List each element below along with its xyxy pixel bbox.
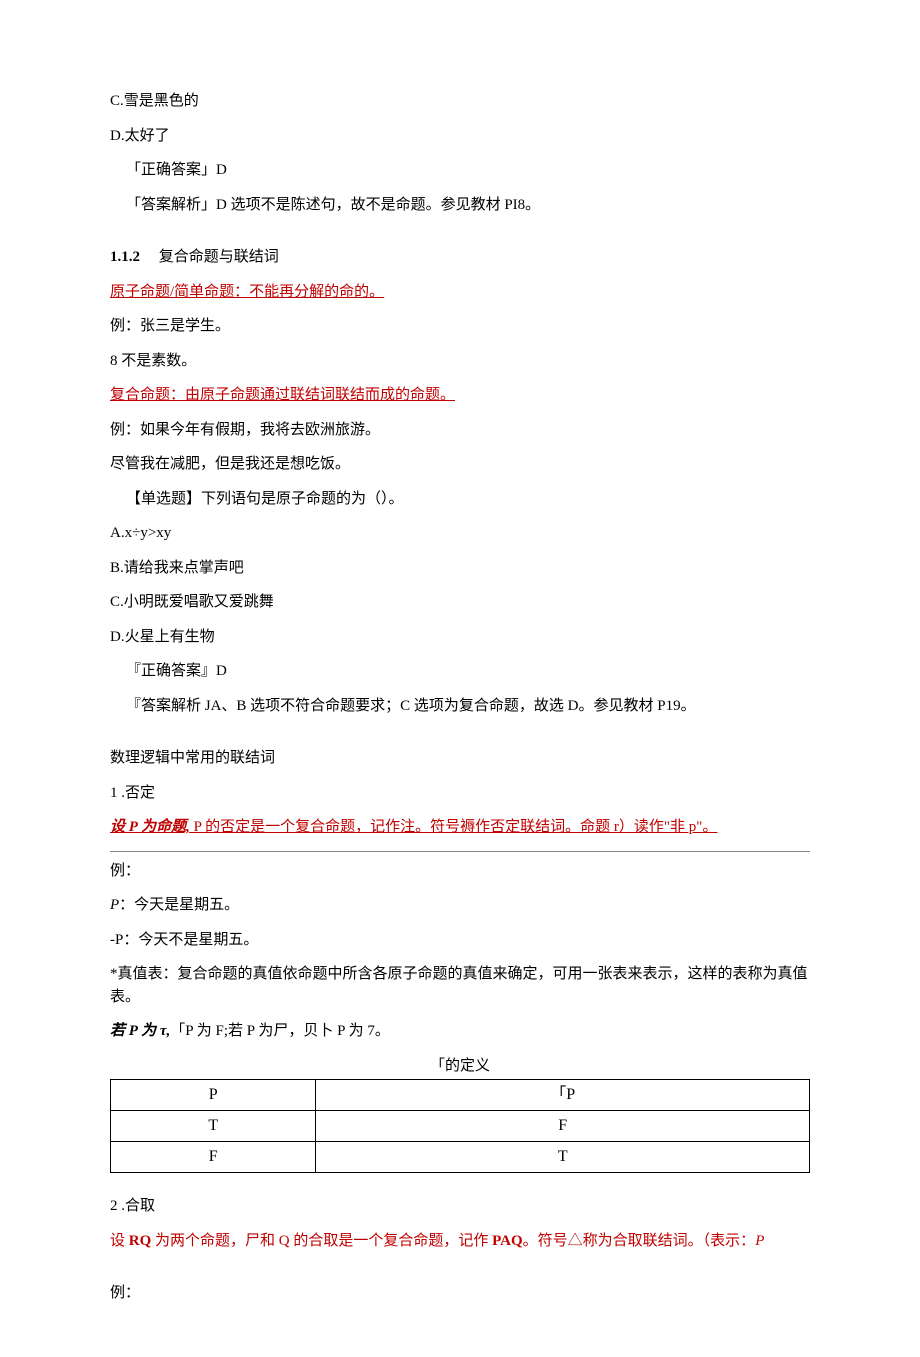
section-number: 1.1.2 [110,249,140,265]
atomic-definition: 原子命题/简单命题：不能再分解的命的。 [110,281,810,304]
truth-table-note: *真值表：复合命题的真值依命题中所含各原子命题的真值来确定，可用一张表来表示，这… [110,963,810,1008]
q-explanation: 『答案解析 JA、B 选项不符合命题要求；C 选项为复合命题，故选 D。参见教材… [110,695,810,718]
if-premise: 若 P 为 τ, [110,1023,170,1039]
example-3: 例：如果今年有假期，我将去欧洲旅游。 [110,419,810,442]
compound-definition: 复合命题：由原子命题通过联结词联结而成的命题。 [110,384,810,407]
connectives-title: 数理逻辑中常用的联结词 [110,747,810,770]
truth-table: P 「P T F F T [110,1079,810,1173]
conj-suf: 。符号△称为合取联结词。（表示： [523,1233,756,1249]
negation-heading: 1 .否定 [110,782,810,805]
p-symbol: P [110,897,119,913]
cell: F [316,1111,810,1142]
q-option-d: D.火星上有生物 [110,626,810,649]
conj-p: P [755,1233,764,1249]
conj-pre: 设 [110,1233,129,1249]
horizontal-rule [110,851,810,852]
negation-example-p: P：今天是星期五。 [110,894,810,917]
option-c: C.雪是黑色的 [110,90,810,113]
negation-body: P 的否定是一个复合命题，记作注。符号褥作否定联结词。命题 r）读作"非 p"。 [190,819,718,835]
q-correct-answer: 『正确答案』D [110,660,810,683]
conjunction-definition: 设 RQ 为两个命题，尸和 Q 的合取是一个复合命题，记作 PAQ。符号△称为合… [110,1230,810,1253]
negation-premise: 设 P 为命题, [110,819,190,835]
conjunction-heading: 2 .合取 [110,1195,810,1218]
if-body: 「P 为 F;若 P 为尸，贝卜 P 为 7。 [170,1023,390,1039]
if-p-line: 若 P 为 τ,「P 为 F;若 P 为尸，贝卜 P 为 7。 [110,1020,810,1043]
q-option-c: C.小明既爱唱歌又爱跳舞 [110,591,810,614]
cell: T [111,1111,316,1142]
question-stem: 【单选题】下列语句是原子命题的为（）。 [110,488,810,511]
conj-mid: 为两个命题，尸和 Q 的合取是一个复合命题，记作 [151,1233,492,1249]
option-d: D.太好了 [110,125,810,148]
cell: T [316,1142,810,1173]
p-text: ：今天是星期五。 [119,897,239,913]
correct-answer: 「正确答案」D [110,159,810,182]
example-4: 尽管我在减肥，但是我还是想吃饭。 [110,453,810,476]
table-row: P 「P [111,1080,810,1111]
example-label: 例： [110,860,810,883]
table-row: F T [111,1142,810,1173]
table-row: T F [111,1111,810,1142]
document-body: C.雪是黑色的 D.太好了 「正确答案」D 「答案解析」D 选项不是陈述句，故不… [110,90,810,1305]
example-1: 例：张三是学生。 [110,315,810,338]
q-option-b: B.请给我来点掌声吧 [110,557,810,580]
conj-rq: RQ [129,1233,152,1249]
negation-example-not-p: -P：今天不是星期五。 [110,929,810,952]
example-2: 8 不是素数。 [110,350,810,373]
negation-definition: 设 P 为命题, P 的否定是一个复合命题，记作注。符号褥作否定联结词。命题 r… [110,816,810,839]
q-option-a: A.x÷y>xy [110,522,810,545]
cell: F [111,1142,316,1173]
example-final: 例： [110,1282,810,1305]
answer-explanation: 「答案解析」D 选项不是陈述句，故不是命题。参见教材 PI8。 [110,194,810,217]
section-1-1-2: 1.1.2 复合命题与联结词 [110,246,810,269]
cell: P [111,1080,316,1111]
table-caption: 「的定义 [110,1055,810,1078]
conj-paq: PAQ [492,1233,523,1249]
section-title-text: 复合命题与联结词 [159,249,279,265]
cell: 「P [316,1080,810,1111]
